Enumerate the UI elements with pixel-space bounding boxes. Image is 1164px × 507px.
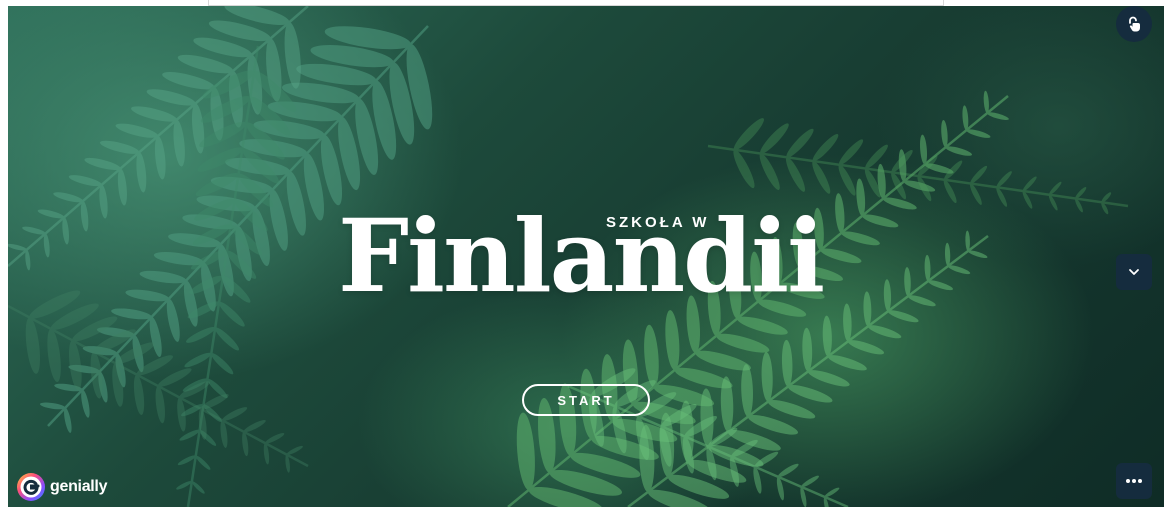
- start-button[interactable]: START: [522, 384, 650, 416]
- hero-subtitle: SZKOŁA W: [606, 214, 710, 231]
- unlock-button[interactable]: [1116, 6, 1152, 42]
- unlock-hand-icon: [1129, 16, 1140, 32]
- genially-logo[interactable]: genially: [16, 472, 107, 502]
- hero-title-block: Finlandii SZKOŁA W: [8, 6, 1164, 507]
- chevron-down-icon: [1129, 269, 1139, 275]
- ellipsis-icon: [1126, 479, 1142, 483]
- hero-title: Finlandii: [338, 197, 825, 315]
- navigation-toggle-button[interactable]: [1116, 254, 1152, 290]
- presentation-canvas: Finlandii SZKOŁA W START genially: [8, 6, 1164, 507]
- genially-logo-icon: [17, 473, 45, 501]
- more-options-button[interactable]: [1116, 463, 1152, 499]
- genially-logo-text: genially: [50, 478, 108, 495]
